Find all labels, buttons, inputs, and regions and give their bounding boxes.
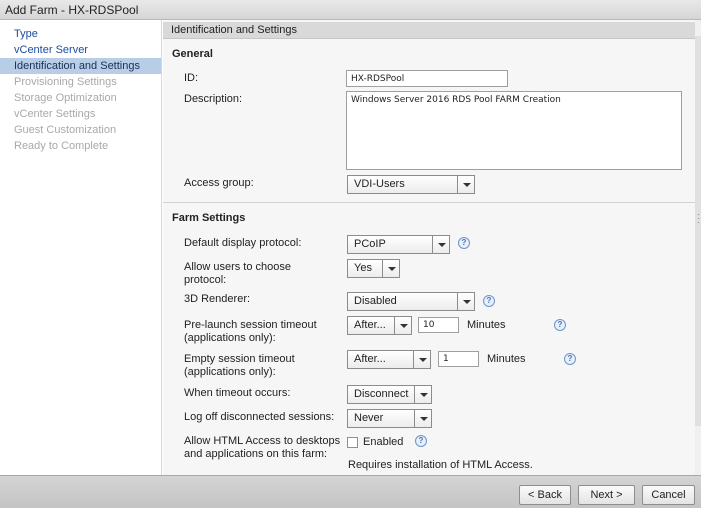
access-group-select[interactable]: VDI-Users [347,175,475,194]
help-icon[interactable]: ? [554,319,566,331]
logoff-disconnected-value: Never [354,412,384,424]
empty-session-timeout-minutes-input[interactable]: 1 [438,351,479,367]
html-access-label-line1: Allow HTML Access to desktops [184,435,341,447]
sidebar-item-identification-settings[interactable]: Identification and Settings [0,58,161,74]
panel-scrollbar[interactable] [695,20,701,475]
back-button[interactable]: < Back [519,485,571,505]
access-group-label: Access group: [184,177,254,189]
allow-choose-protocol-label-line1: Allow users to choose [184,261,291,273]
sidebar-item-storage-optimization: Storage Optimization [14,92,117,104]
html-access-checkbox[interactable] [347,437,358,448]
chevron-down-icon [382,260,399,277]
panel-header: Identification and Settings [163,22,695,39]
help-icon[interactable]: ? [415,435,427,447]
renderer-select[interactable]: Disabled [347,292,475,311]
sidebar-item-vcenter-settings: vCenter Settings [14,108,96,120]
farm-settings-section-title: Farm Settings [172,212,246,224]
prelaunch-timeout-mode-value: After... [354,319,386,331]
settings-panel: Identification and Settings General ID: … [163,20,695,475]
timeout-action-label: When timeout occurs: [184,387,291,399]
prelaunch-timeout-mode-select[interactable]: After... [347,316,412,335]
display-protocol-value: PCoIP [354,238,386,250]
html-access-checkbox-label: Enabled [363,436,404,448]
html-access-note: Requires installation of HTML Access. [348,459,533,471]
help-icon[interactable]: ? [458,237,470,249]
chevron-down-icon [413,351,430,368]
empty-session-timeout-unit: Minutes [487,353,526,365]
chevron-down-icon [457,293,474,310]
sidebar-item-guest-customization: Guest Customization [14,124,117,136]
sidebar-item-vcenter-server[interactable]: vCenter Server [0,42,161,58]
logoff-disconnected-select[interactable]: Never [347,409,432,428]
prelaunch-timeout-label-line1: Pre-launch session timeout [184,319,317,331]
sidebar-item-provisioning-settings: Provisioning Settings [14,76,117,88]
empty-session-timeout-label-line2: (applications only): [184,366,276,378]
empty-session-timeout-label-line1: Empty session timeout [184,353,295,365]
general-section-title: General [172,48,213,60]
prelaunch-timeout-minutes-input[interactable]: 10 [418,317,459,333]
access-group-value: VDI-Users [354,178,405,190]
wizard-steps-sidebar: Type vCenter Server Identification and S… [0,20,162,475]
resize-grip-icon: · · · [697,210,700,227]
description-textarea[interactable]: Windows Server 2016 RDS Pool FARM Creati… [346,91,682,170]
next-button[interactable]: Next > [578,485,635,505]
renderer-label: 3D Renderer: [184,293,251,305]
section-divider [163,202,695,203]
empty-session-timeout-mode-value: After... [354,353,386,365]
timeout-action-select[interactable]: Disconnect [347,385,432,404]
chevron-down-icon [414,410,431,427]
html-access-label-line2: and applications on this farm: [184,448,328,460]
allow-choose-protocol-select[interactable]: Yes [347,259,400,278]
display-protocol-label: Default display protocol: [184,237,302,249]
timeout-action-value: Disconnect [354,388,409,400]
renderer-value: Disabled [354,295,397,307]
sidebar-item-type[interactable]: Type [0,26,161,42]
allow-choose-protocol-label-line2: protocol: [184,274,227,286]
prelaunch-timeout-label-line2: (applications only): [184,332,276,344]
chevron-down-icon [414,386,431,403]
empty-session-timeout-mode-select[interactable]: After... [347,350,431,369]
display-protocol-select[interactable]: PCoIP [347,235,450,254]
help-icon[interactable]: ? [483,295,495,307]
chevron-down-icon [394,317,411,334]
help-icon[interactable]: ? [564,353,576,365]
chevron-down-icon [432,236,449,253]
description-label: Description: [184,93,243,105]
wizard-footer: < Back Next > Cancel [0,475,701,508]
id-input[interactable]: HX-RDSPool [346,70,508,87]
chevron-down-icon [457,176,474,193]
window-title: Add Farm - HX-RDSPool [0,0,701,20]
sidebar-item-ready-to-complete: Ready to Complete [14,140,109,152]
logoff-disconnected-label: Log off disconnected sessions: [184,411,335,423]
scrollbar-thumb[interactable] [695,36,701,426]
prelaunch-timeout-unit: Minutes [467,319,506,331]
id-label: ID: [184,72,199,84]
cancel-button[interactable]: Cancel [642,485,695,505]
allow-choose-protocol-value: Yes [354,262,372,274]
